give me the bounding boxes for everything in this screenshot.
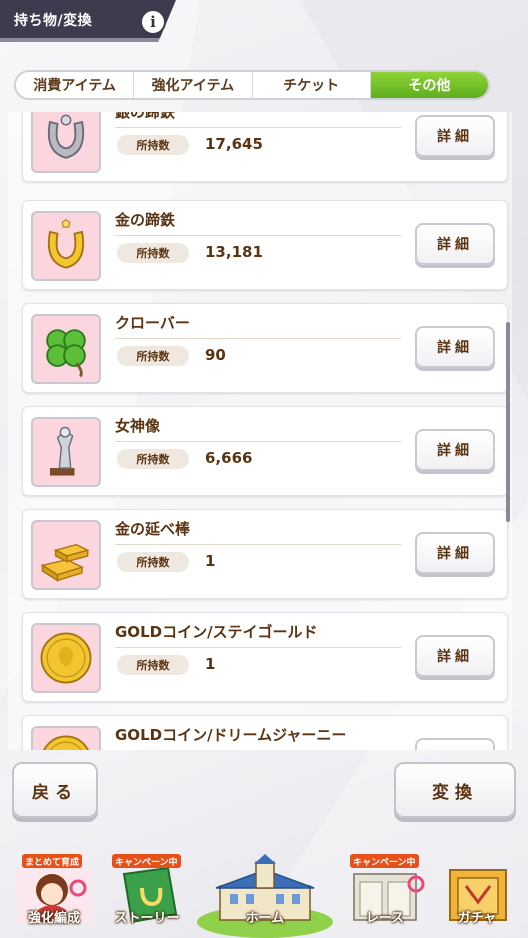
detail-button[interactable]: 詳細	[415, 532, 495, 574]
bottom-nav: まとめて育成 強化編成 キャンペーン中 ストーリー ホーム キャンペーン中 レー…	[0, 852, 528, 938]
back-button[interactable]: 戻る	[12, 762, 98, 818]
nav-gacha[interactable]: ガチャ	[432, 852, 522, 938]
tab-tickets[interactable]: チケット	[253, 72, 371, 98]
list-item: 金の蹄鉄 所持数 13,181 詳細	[22, 200, 508, 290]
divider	[115, 338, 401, 339]
gold-coin-icon	[31, 623, 101, 693]
owned-label: 所持数	[117, 655, 189, 675]
detail-button[interactable]	[415, 738, 495, 750]
gold-bar-icon	[31, 520, 101, 590]
owned-label: 所持数	[117, 135, 189, 155]
item-name: 女神像	[115, 417, 161, 435]
tab-enhance-items[interactable]: 強化アイテム	[134, 72, 253, 98]
page-title: 持ち物/変換	[14, 13, 93, 29]
nav-enhance[interactable]: まとめて育成 強化編成	[8, 852, 100, 938]
nav-label: ガチャ	[457, 911, 497, 926]
owned-count: 17,645	[205, 135, 263, 153]
divider	[115, 647, 401, 648]
owned-count: 90	[205, 346, 226, 364]
nav-race[interactable]: キャンペーン中 レース	[340, 852, 430, 938]
list-item: GOLDコイン/ドリームジャーニー	[22, 715, 508, 750]
item-name: 金の延べ棒	[115, 520, 191, 538]
list-item: クローバー 所持数 90 詳細	[22, 303, 508, 393]
list-item: 銀の蹄鉄 所持数 17,645 詳細	[22, 112, 508, 182]
list-item: 金の延べ棒 所持数 1 詳細	[22, 509, 508, 599]
tab-consumables[interactable]: 消費アイテム	[16, 72, 135, 98]
item-list[interactable]: 銀の蹄鉄 所持数 17,645 詳細 金の蹄鉄 所持数 13,181 詳細 クロ…	[8, 112, 512, 750]
nav-badge: まとめて育成	[22, 854, 83, 868]
item-name: GOLDコイン/ステイゴールド	[115, 623, 318, 641]
scrollbar[interactable]	[506, 322, 510, 522]
owned-label: 所持数	[117, 552, 189, 572]
nav-story[interactable]: キャンペーン中 ストーリー	[104, 852, 190, 938]
nav-label: ホーム	[245, 911, 285, 926]
item-name: 金の蹄鉄	[115, 211, 176, 229]
owned-label: 所持数	[117, 449, 189, 469]
owned-count: 1	[205, 552, 216, 570]
convert-button[interactable]: 変換	[394, 762, 516, 818]
detail-button[interactable]: 詳細	[415, 635, 495, 677]
owned-count: 13,181	[205, 243, 263, 261]
list-item: 女神像 所持数 6,666 詳細	[22, 406, 508, 496]
info-button[interactable]: i	[140, 9, 166, 35]
detail-button[interactable]: 詳細	[415, 326, 495, 368]
gold-coin-icon	[31, 726, 101, 750]
item-name: GOLDコイン/ドリームジャーニー	[115, 726, 347, 744]
category-tabs: 消費アイテム 強化アイテム チケット その他	[14, 70, 490, 100]
nav-label: 強化編成	[27, 911, 80, 926]
nav-badge: キャンペーン中	[112, 854, 181, 868]
owned-label: 所持数	[117, 346, 189, 366]
nav-label: レース	[365, 911, 405, 926]
goddess-statue-icon	[31, 417, 101, 487]
clover-icon	[31, 314, 101, 384]
nav-badge: キャンペーン中	[350, 854, 419, 868]
item-name: クローバー	[115, 314, 190, 332]
screen-header: 持ち物/変換 i	[0, 0, 180, 42]
nav-label: ストーリー	[114, 911, 180, 926]
divider	[115, 544, 401, 545]
owned-count: 6,666	[205, 449, 253, 467]
divider	[115, 441, 401, 442]
owned-count: 1	[205, 655, 216, 673]
gold-horseshoe-icon	[31, 211, 101, 281]
nav-home[interactable]: ホーム	[194, 852, 336, 938]
owned-label: 所持数	[117, 243, 189, 263]
silver-horseshoe-icon	[31, 112, 101, 173]
detail-button[interactable]: 詳細	[415, 223, 495, 265]
divider	[115, 127, 401, 128]
tab-other[interactable]: その他	[370, 72, 488, 98]
list-item: GOLDコイン/ステイゴールド 所持数 1 詳細	[22, 612, 508, 702]
divider	[115, 235, 401, 236]
item-name: 銀の蹄鉄	[115, 112, 176, 121]
detail-button[interactable]: 詳細	[415, 115, 495, 157]
detail-button[interactable]: 詳細	[415, 429, 495, 471]
